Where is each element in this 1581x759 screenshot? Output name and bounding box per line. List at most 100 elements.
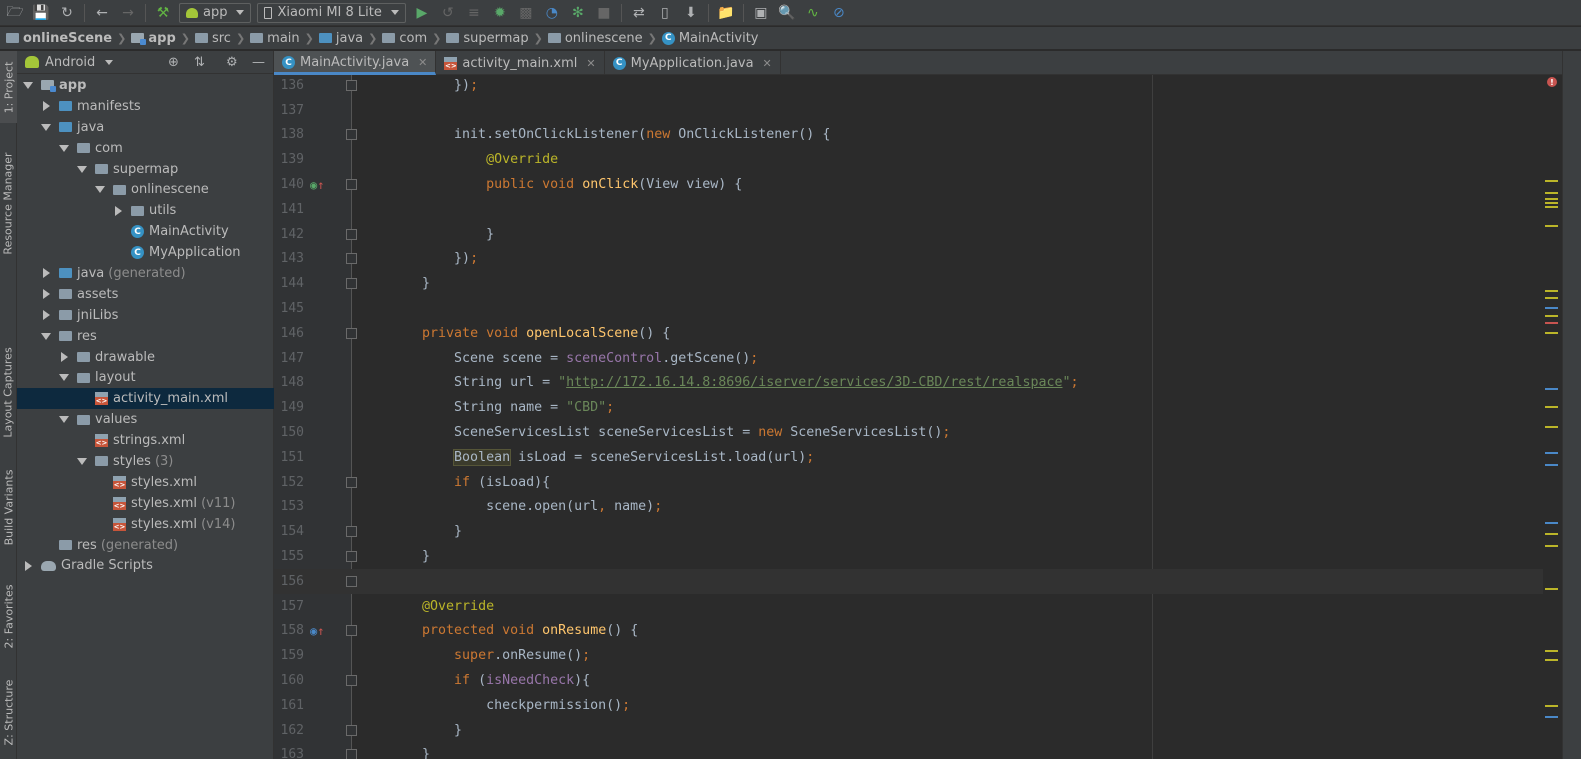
avd-manager-icon[interactable]: ▯ <box>652 2 678 24</box>
tree-item[interactable]: <> strings.xml <box>17 430 274 451</box>
profile-icon[interactable]: ▩ <box>513 2 539 24</box>
tree-item[interactable]: <> activity_main.xml <box>17 388 274 410</box>
stripe-mark[interactable] <box>1545 307 1558 309</box>
stripe-mark[interactable] <box>1545 406 1558 408</box>
search-icon[interactable]: 🔍 <box>774 2 800 24</box>
stripe-mark[interactable] <box>1545 452 1558 454</box>
chevron-right-icon[interactable] <box>43 289 50 300</box>
code-line[interactable]: 156 <box>274 569 1562 594</box>
profiler-icon[interactable]: ∿ <box>800 2 826 24</box>
stripe-mark[interactable] <box>1545 716 1558 718</box>
stripe-mark[interactable] <box>1545 206 1558 208</box>
chevron-right-icon[interactable] <box>43 268 50 279</box>
chevron-right-icon[interactable] <box>25 560 32 571</box>
tree-item[interactable]: onlinescene <box>17 179 274 200</box>
code-line[interactable]: 144 } <box>274 271 1562 296</box>
stripe-mark[interactable] <box>1545 225 1558 227</box>
fold-marker-icon[interactable] <box>346 278 357 290</box>
breadcrumb-item[interactable]: app <box>131 31 176 46</box>
stripe-mark[interactable] <box>1545 180 1558 182</box>
stripe-mark[interactable] <box>1545 192 1558 194</box>
chevron-down-icon[interactable] <box>59 144 69 152</box>
tree-item[interactable]: res (generated) <box>17 535 274 556</box>
tree-item[interactable]: manifests <box>17 96 274 117</box>
code-line[interactable]: 147 Scene scene = sceneControl.getScene(… <box>274 346 1562 371</box>
chevron-right-icon[interactable] <box>43 310 50 321</box>
stripe-mark[interactable] <box>1545 322 1558 324</box>
fold-marker-icon[interactable] <box>346 228 357 240</box>
code-line[interactable]: 157 @Override <box>274 594 1562 619</box>
code-line[interactable]: 141 <box>274 197 1562 222</box>
stripe-mark[interactable] <box>1545 198 1558 200</box>
code-line[interactable]: 154 } <box>274 519 1562 544</box>
fold-marker-icon[interactable] <box>346 625 357 637</box>
close-icon[interactable]: ✕ <box>763 57 772 70</box>
breadcrumb-item[interactable]: java <box>318 31 363 46</box>
editor-tab[interactable]: <> activity_main.xml ✕ <box>436 51 605 75</box>
back-icon[interactable]: ← <box>89 2 115 24</box>
code-editor[interactable]: 136 }); 137 138 init.setOnClickListener(ne… <box>274 75 1562 759</box>
editor-tab[interactable]: C MyApplication.java ✕ <box>605 51 781 75</box>
tree-item[interactable]: utils <box>17 200 274 221</box>
fold-marker-icon[interactable] <box>346 724 357 736</box>
tree-item[interactable]: C MainActivity <box>17 221 274 242</box>
tree-item[interactable]: java <box>17 117 274 138</box>
fold-marker-icon[interactable] <box>346 749 357 759</box>
stripe-mark[interactable] <box>1545 464 1558 466</box>
stripe-mark[interactable] <box>1545 705 1558 707</box>
disable-icon[interactable]: ⊘ <box>826 2 852 24</box>
breadcrumb-item[interactable]: main <box>250 31 300 46</box>
tree-item[interactable]: supermap <box>17 159 274 180</box>
stripe-mark[interactable] <box>1545 545 1558 547</box>
project-view-select[interactable]: Android <box>45 55 95 70</box>
error-indicator-icon[interactable]: ! <box>1547 77 1557 87</box>
code-line[interactable]: 142 } <box>274 222 1562 247</box>
hide-panel-icon[interactable]: — <box>252 55 265 70</box>
code-line[interactable]: 162 } <box>274 718 1562 743</box>
fold-marker-icon[interactable] <box>346 327 357 339</box>
tree-item[interactable]: assets <box>17 284 274 305</box>
stripe-mark[interactable] <box>1545 332 1558 334</box>
project-structure-icon[interactable]: 📁 <box>713 2 739 24</box>
tree-item[interactable]: com <box>17 138 274 159</box>
tree-item[interactable]: app <box>17 75 274 96</box>
profiler-gauge-icon[interactable]: ◔ <box>539 2 565 24</box>
code-line[interactable]: 163 } <box>274 743 1562 759</box>
fold-marker-icon[interactable] <box>346 253 357 265</box>
code-line[interactable]: 155 } <box>274 544 1562 569</box>
tree-item[interactable]: layout <box>17 367 274 388</box>
code-line[interactable]: 146 private void openLocalScene() { <box>274 321 1562 346</box>
fold-marker-icon[interactable] <box>346 476 357 488</box>
stop-icon[interactable]: ■ <box>591 2 617 24</box>
chevron-down-icon[interactable] <box>41 123 51 131</box>
chevron-down-icon[interactable] <box>23 81 33 89</box>
chevron-down-icon[interactable] <box>59 374 69 382</box>
tool-tab-favorites[interactable]: 2: Favorites <box>0 571 17 661</box>
tree-item[interactable]: styles (3) <box>17 451 274 472</box>
stripe-mark[interactable] <box>1545 388 1558 390</box>
editor-tab[interactable]: C MainActivity.java ✕ <box>274 51 437 75</box>
override-marker-icon[interactable]: ◉↑ <box>310 178 324 192</box>
chevron-down-icon[interactable] <box>105 59 114 65</box>
chevron-right-icon[interactable] <box>43 101 50 112</box>
chevron-right-icon[interactable] <box>115 205 122 216</box>
chevron-down-icon[interactable] <box>77 457 87 465</box>
stripe-mark[interactable] <box>1545 533 1558 535</box>
tool-tab-layout-captures[interactable]: Layout Captures <box>0 337 17 447</box>
fold-marker-icon[interactable] <box>346 575 357 587</box>
breadcrumb-item[interactable]: onlinescene <box>547 31 643 46</box>
stripe-mark[interactable] <box>1545 315 1558 317</box>
fold-marker-icon[interactable] <box>346 526 357 538</box>
locate-file-icon[interactable]: ⊕ <box>168 55 179 70</box>
stripe-mark[interactable] <box>1545 522 1558 524</box>
code-line[interactable]: 143 }); <box>274 247 1562 272</box>
forward-icon[interactable]: → <box>115 2 141 24</box>
tree-item[interactable]: res <box>17 326 274 347</box>
attach-debugger-icon[interactable]: ✻ <box>565 2 591 24</box>
code-line[interactable]: 151 Boolean isLoad = sceneServicesList.l… <box>274 445 1562 470</box>
close-icon[interactable]: ✕ <box>418 56 427 69</box>
close-icon[interactable]: ✕ <box>586 57 595 70</box>
tree-item[interactable]: drawable <box>17 347 274 368</box>
tree-item[interactable]: C MyApplication <box>17 242 274 263</box>
code-line[interactable]: 136 }); <box>274 75 1562 98</box>
